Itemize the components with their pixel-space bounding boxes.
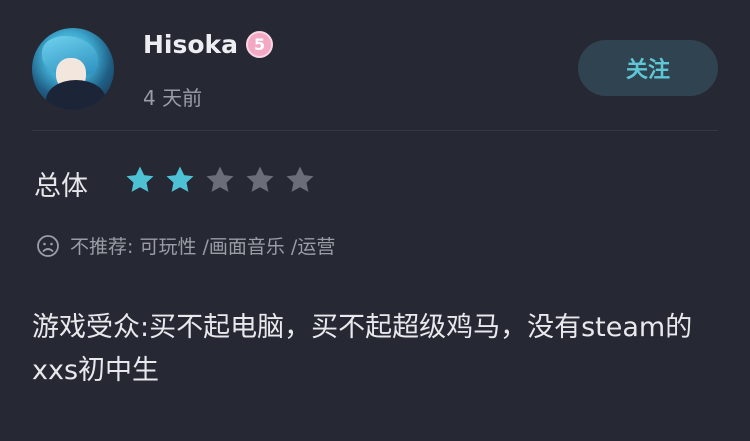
- star-rating: [124, 164, 316, 196]
- overall-rating-label: 总体: [34, 171, 88, 202]
- follow-button-label: 关注: [625, 58, 670, 83]
- star-empty-icon: [206, 166, 234, 192]
- star-empty-icon: [286, 166, 314, 192]
- divider: [32, 130, 718, 131]
- recommendation-text: 不推荐: 可玩性 /画面音乐 /运营: [70, 236, 336, 258]
- level-badge-icon: 5: [246, 31, 274, 58]
- post-time: 4 天前: [143, 86, 203, 110]
- follow-button[interactable]: 关注: [578, 40, 718, 96]
- avatar[interactable]: [32, 28, 114, 110]
- review-text: 游戏受众:买不起电脑，买不起超级鸡马，没有steam的xxs初中生: [32, 312, 693, 387]
- star-filled-icon: [166, 166, 194, 192]
- star-empty-icon: [246, 166, 274, 192]
- level-badge-number: 5: [253, 35, 266, 54]
- star-filled-icon: [126, 166, 154, 192]
- recommendation-row: 不推荐: 可玩性 /画面音乐 /运营: [36, 232, 335, 259]
- username[interactable]: Hisoka: [143, 30, 238, 59]
- user-header: Hisoka 5: [143, 30, 274, 59]
- avatar-cloth: [46, 80, 106, 110]
- sad-face-icon: [37, 234, 59, 257]
